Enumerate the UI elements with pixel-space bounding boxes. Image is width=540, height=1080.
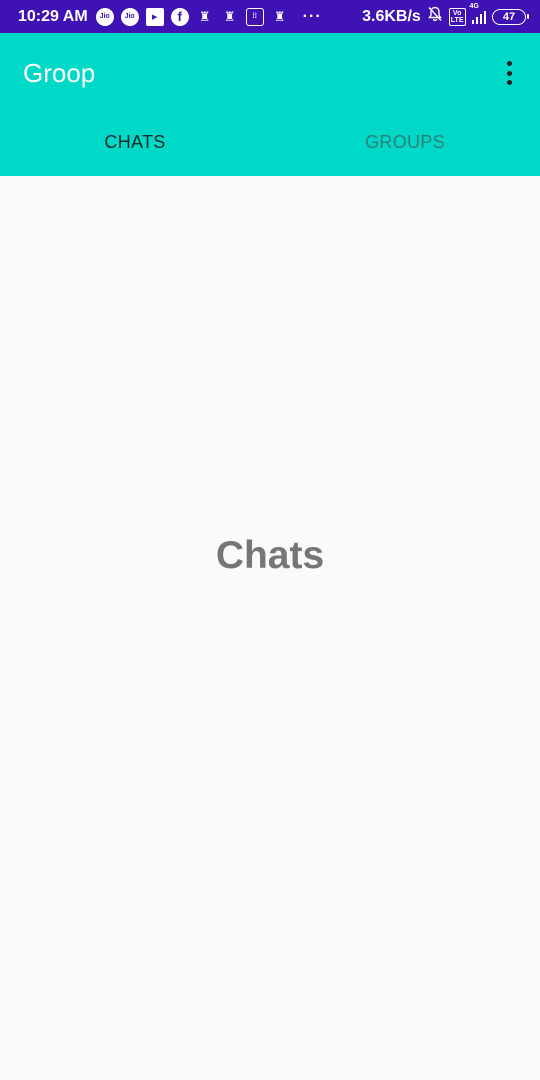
more-notifications-icon: ··· (302, 7, 322, 25)
bell-muted-icon (427, 6, 443, 27)
volte-line-2: LTE (450, 16, 464, 24)
calculator-icon: ⁞⁞ (245, 7, 264, 26)
facebook-icon: f (170, 7, 189, 26)
signal-icon: 4G (470, 3, 486, 24)
notification-icons: Jio Jio ▶ f ♜ ♜ ⁞⁞ ♜ (95, 7, 289, 26)
news-app-icon: ♜ (223, 8, 236, 24)
volte-icon: Vo LTE (448, 7, 466, 26)
news-app-icon: ♜ (198, 8, 211, 24)
battery-icon: 47 (492, 8, 529, 25)
status-bar: 10:29 AM Jio Jio ▶ f ♜ ♜ ⁞⁞ ♜ ··· 3.6KB/… (0, 0, 540, 33)
jio-icon: Jio (120, 7, 139, 26)
battery-level: 47 (502, 10, 516, 23)
tab-bar: CHATS GROUPS (0, 109, 540, 176)
tab-groups[interactable]: GROUPS (270, 109, 540, 176)
network-speed: 3.6KB/s (362, 7, 421, 25)
chats-placeholder-label: Chats (215, 534, 325, 577)
overflow-menu-icon[interactable] (500, 59, 518, 87)
network-type: 4G (469, 2, 479, 10)
app-title: Groop (23, 58, 96, 88)
status-time: 10:29 AM (18, 7, 88, 25)
volte-line-1: Vo (452, 9, 462, 17)
news-app-icon: ♜ (273, 8, 286, 24)
video-player-icon: ▶ (145, 7, 164, 26)
jio-icon: Jio (95, 7, 114, 26)
app-bar: Groop CHATS GROUPS (0, 33, 540, 176)
tab-chats[interactable]: CHATS (0, 109, 270, 176)
system-status: 3.6KB/s Vo LTE 4G 47 (362, 3, 529, 27)
chats-content: Chats (0, 176, 540, 1080)
